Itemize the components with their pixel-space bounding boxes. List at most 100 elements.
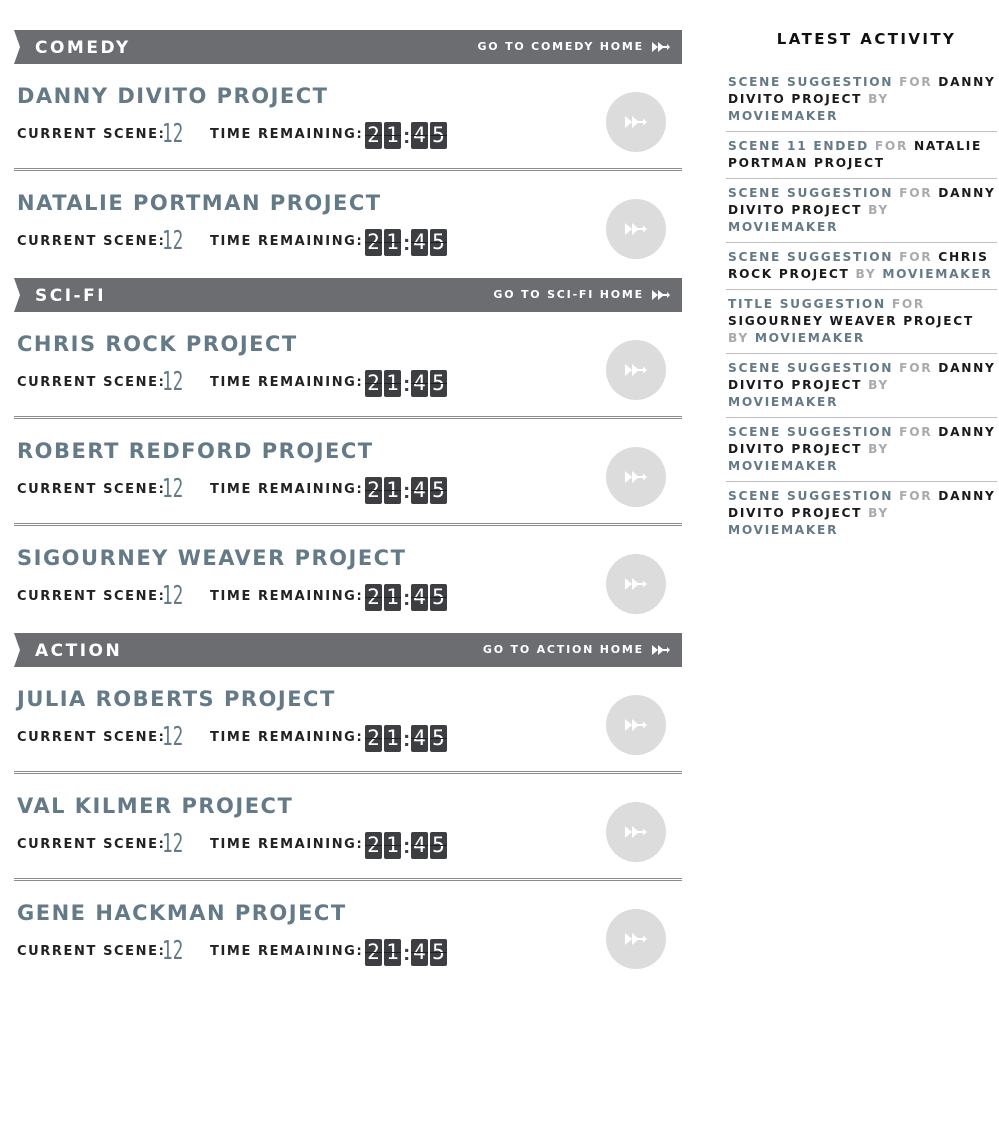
activity-type: SCENE 11 ENDED (728, 139, 869, 153)
go-to-project-button[interactable] (606, 802, 666, 862)
time-remaining-label: TIME REMAINING: (210, 589, 364, 604)
clock-digit: 1 (384, 725, 401, 752)
project-card-robert-redford: ROBERT REDFORD PROJECT CURRENT SCENE: 12… (14, 419, 682, 526)
current-scene-value: 12 (162, 226, 184, 256)
clock-digit: 1 (384, 832, 401, 859)
clock-digit: 4 (411, 122, 428, 149)
countdown-clock: 2 1 : 4 5 (365, 939, 447, 966)
project-title[interactable]: GENE HACKMAN PROJECT (17, 901, 347, 925)
activity-for: FOR (874, 139, 909, 153)
activity-for: FOR (899, 425, 933, 439)
activity-user[interactable]: MOVIEMAKER (728, 220, 838, 234)
clock-digit: 1 (384, 370, 401, 397)
double-arrow-icon (652, 41, 670, 52)
activity-user[interactable]: MOVIEMAKER (728, 109, 838, 123)
activity-for: FOR (899, 250, 933, 264)
go-to-project-button[interactable] (606, 695, 666, 755)
project-title[interactable]: NATALIE PORTMAN PROJECT (17, 191, 382, 215)
project-title[interactable]: JULIA ROBERTS PROJECT (17, 687, 336, 711)
activity-by: BY (728, 331, 749, 345)
double-arrow-icon (625, 116, 647, 128)
project-title[interactable]: VAL KILMER PROJECT (17, 794, 293, 818)
activity-item[interactable]: TITLE SUGGESTION FOR SIGOURNEY WEAVER PR… (726, 290, 997, 354)
current-scene-label: CURRENT SCENE: (17, 944, 166, 959)
time-remaining-label: TIME REMAINING: (210, 837, 364, 852)
clock-digit: 2 (365, 939, 382, 966)
activity-item[interactable]: SCENE SUGGESTION FOR DANNY DIVITO PROJEC… (726, 354, 997, 418)
activity-list: SCENE SUGGESTION FOR DANNY DIVITO PROJEC… (726, 68, 997, 545)
clock-digit: 2 (365, 832, 382, 859)
time-remaining-label: TIME REMAINING: (210, 944, 364, 959)
current-scene-label: CURRENT SCENE: (17, 375, 166, 390)
go-to-project-button[interactable] (606, 199, 666, 259)
go-to-action-home-link[interactable]: GO TO ACTION HOME (483, 643, 670, 656)
activity-type: SCENE SUGGESTION (728, 75, 894, 89)
clock-digit: 5 (430, 832, 447, 859)
clock-digit: 1 (384, 122, 401, 149)
activity-by: BY (868, 92, 889, 106)
project-title[interactable]: DANNY DIVITO PROJECT (17, 84, 328, 108)
project-card-gene-hackman: GENE HACKMAN PROJECT CURRENT SCENE: 12 T… (14, 881, 682, 988)
activity-item[interactable]: SCENE SUGGESTION FOR DANNY DIVITO PROJEC… (726, 482, 997, 545)
current-scene-value: 12 (162, 936, 184, 966)
activity-user[interactable]: MOVIEMAKER (755, 331, 865, 345)
clock-digit: 5 (430, 122, 447, 149)
category-title: ACTION (35, 641, 123, 661)
time-remaining-label: TIME REMAINING: (210, 730, 364, 745)
current-scene-value: 12 (162, 581, 184, 611)
time-remaining-label: TIME REMAINING: (210, 482, 364, 497)
clock-colon: : (403, 833, 411, 858)
go-to-project-button[interactable] (606, 92, 666, 152)
clock-digit: 5 (430, 229, 447, 256)
current-scene-value: 12 (162, 722, 184, 752)
activity-user[interactable]: MOVIEMAKER (882, 267, 992, 281)
clock-digit: 4 (411, 832, 428, 859)
current-scene-value: 12 (162, 119, 184, 149)
activity-item[interactable]: SCENE SUGGESTION FOR DANNY DIVITO PROJEC… (726, 68, 997, 132)
go-to-comedy-home-link[interactable]: GO TO COMEDY HOME (477, 40, 670, 53)
current-scene-label: CURRENT SCENE: (17, 837, 166, 852)
current-scene-label: CURRENT SCENE: (17, 234, 166, 249)
double-arrow-icon (625, 933, 647, 945)
activity-for: FOR (899, 361, 933, 375)
sidebar-title: LATEST ACTIVITY (776, 30, 957, 48)
current-scene-value: 12 (162, 829, 184, 859)
activity-user[interactable]: MOVIEMAKER (728, 523, 838, 537)
activity-item[interactable]: SCENE SUGGESTION FOR DANNY DIVITO PROJEC… (726, 179, 997, 243)
go-to-sci-fi-home-link[interactable]: GO TO SCI-FI HOME (493, 288, 670, 301)
countdown-clock: 2 1 : 4 5 (365, 584, 447, 611)
go-to-project-button[interactable] (606, 447, 666, 507)
clock-colon: : (403, 371, 411, 396)
activity-type: SCENE SUGGESTION (728, 250, 894, 264)
activity-project[interactable]: SIGOURNEY WEAVER PROJECT (728, 314, 974, 328)
double-arrow-icon (652, 644, 670, 655)
clock-digit: 1 (384, 229, 401, 256)
clock-colon: : (403, 585, 411, 610)
bar-notch (14, 30, 20, 64)
link-label: GO TO SCI-FI HOME (493, 288, 644, 301)
activity-type: SCENE SUGGESTION (728, 186, 894, 200)
project-title[interactable]: CHRIS ROCK PROJECT (17, 332, 298, 356)
project-title[interactable]: ROBERT REDFORD PROJECT (17, 439, 374, 463)
countdown-clock: 2 1 : 4 5 (365, 229, 447, 256)
activity-user[interactable]: MOVIEMAKER (728, 459, 838, 473)
activity-user[interactable]: MOVIEMAKER (728, 395, 838, 409)
activity-item[interactable]: SCENE SUGGESTION FOR CHRIS ROCK PROJECT … (726, 243, 997, 290)
current-scene-value: 12 (162, 367, 184, 397)
activity-by: BY (855, 267, 877, 281)
go-to-project-button[interactable] (606, 340, 666, 400)
clock-digit: 4 (411, 229, 428, 256)
activity-by: BY (868, 442, 889, 456)
double-arrow-icon (625, 471, 647, 483)
activity-for: FOR (891, 297, 926, 311)
activity-item[interactable]: SCENE 11 ENDED FOR NATALIE PORTMAN PROJE… (726, 132, 997, 179)
project-card-val-kilmer: VAL KILMER PROJECT CURRENT SCENE: 12 TIM… (14, 774, 682, 881)
clock-digit: 2 (365, 477, 382, 504)
go-to-project-button[interactable] (606, 554, 666, 614)
project-title[interactable]: SIGOURNEY WEAVER PROJECT (17, 546, 406, 570)
clock-digit: 1 (384, 939, 401, 966)
go-to-project-button[interactable] (606, 909, 666, 969)
activity-item[interactable]: SCENE SUGGESTION FOR DANNY DIVITO PROJEC… (726, 418, 997, 482)
link-label: GO TO ACTION HOME (482, 643, 644, 656)
double-arrow-icon (625, 826, 647, 838)
